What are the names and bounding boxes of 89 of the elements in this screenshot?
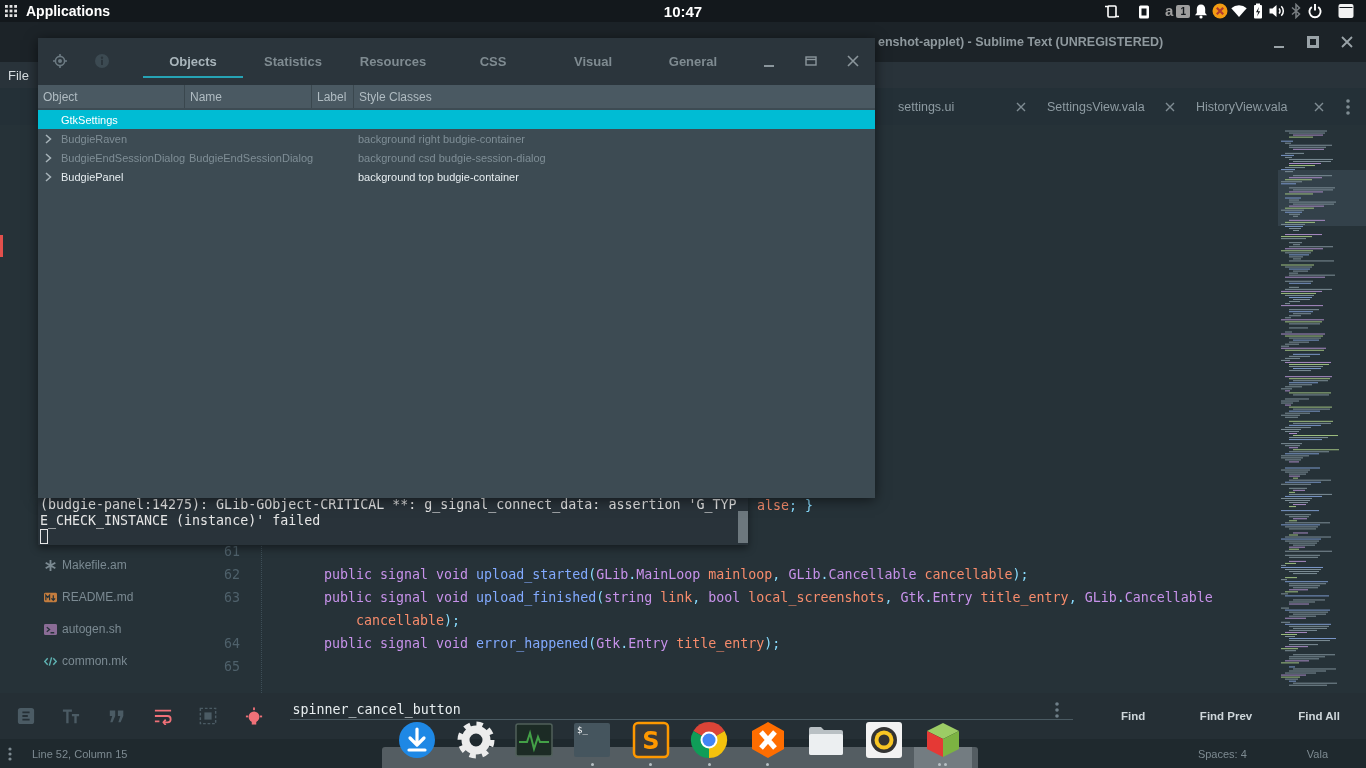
- syntax-setting[interactable]: Vala: [1306, 747, 1328, 760]
- cursor-position: Line 52, Column 15: [32, 747, 128, 760]
- wifi-icon[interactable]: [1231, 3, 1247, 19]
- lines-square-icon: [16, 707, 35, 725]
- sidebar-item[interactable]: README.md: [0, 581, 200, 613]
- code-line: cancellable);: [356, 613, 461, 628]
- close-icon[interactable]: [1165, 101, 1175, 112]
- window-title: enshot-applet) - Sublime Text (UNREGISTERED): [878, 35, 1164, 49]
- sidebar-item[interactable]: common.mk: [0, 645, 200, 677]
- inspector-tab[interactable]: General: [643, 46, 743, 78]
- bell-icon[interactable]: [1193, 3, 1209, 19]
- find-button[interactable]: Find Prev: [1179, 710, 1273, 722]
- column-header[interactable]: Name: [190, 89, 222, 104]
- terminal-line: E_CHECK_INSTANCE (instance)' failed: [40, 513, 321, 528]
- workspace-indicator[interactable]: 1: [1176, 4, 1190, 18]
- bulb-icon: [244, 707, 263, 725]
- clock[interactable]: 10:47: [663, 2, 703, 20]
- close-icon[interactable]: [1340, 35, 1354, 49]
- sidebar-item[interactable]: autogen.sh: [0, 613, 200, 645]
- selection-marker: [0, 235, 3, 257]
- close-icon[interactable]: [847, 55, 859, 67]
- editor-tab[interactable]: SettingsView.vala: [1034, 88, 1183, 125]
- asterisk-icon: [44, 558, 57, 572]
- terminal-icon: [44, 622, 57, 636]
- tree-row[interactable]: BudgiePanel background top budgie-container: [38, 167, 875, 186]
- column-header[interactable]: Object: [43, 89, 78, 104]
- find-field[interactable]: spinner_cancel_button: [289, 701, 1073, 720]
- inspector-tab[interactable]: Objects: [143, 46, 243, 78]
- text-size-icon: [62, 707, 81, 725]
- find-button[interactable]: Find: [1086, 710, 1180, 722]
- window-icon[interactable]: [1338, 3, 1354, 19]
- tree-row[interactable]: GtkSettings: [38, 110, 875, 129]
- maximize-icon[interactable]: [1306, 35, 1320, 49]
- style-classes-cell: background right budgie-container: [358, 132, 525, 145]
- column-header[interactable]: Label: [317, 89, 347, 104]
- column-header[interactable]: Style Classes: [359, 89, 432, 104]
- selection-icon: [199, 707, 218, 725]
- more-options-icon[interactable]: [8, 746, 12, 761]
- inspector-tab[interactable]: Visual: [543, 46, 643, 78]
- x-circle-icon[interactable]: [1212, 3, 1228, 19]
- menu-item[interactable]: File: [8, 67, 29, 83]
- dock-launcher[interactable]: $_: [563, 720, 622, 768]
- s-tile-icon: S: [630, 720, 671, 760]
- editor-tab[interactable]: settings.ui: [885, 88, 1034, 125]
- find-button[interactable]: Find All: [1272, 710, 1366, 722]
- indentation-setting[interactable]: Spaces: 4: [1197, 747, 1247, 760]
- code-line: public signal void upload_finished(string link, bool local_screenshots, Gtk.Entry title_entry, GLib.Cancellable: [324, 590, 1213, 605]
- app-grid-icon[interactable]: [5, 5, 17, 17]
- tree-row[interactable]: BudgieEndSessionDialog BudgieEndSessionDialog background csd budgie-session-dialog: [38, 148, 875, 167]
- tricolor-circle-icon: [689, 720, 730, 760]
- code-line: public signal void upload_started(GLib.MainLoop mainloop, GLib.Cancellable cancellable);: [324, 567, 1029, 582]
- object-type-cell: GtkSettings: [61, 113, 118, 126]
- close-icon[interactable]: [1314, 101, 1324, 112]
- inspector-tab[interactable]: CSS: [443, 46, 543, 78]
- inspector-tab[interactable]: Statistics: [243, 46, 343, 78]
- style-classes-cell: background csd budgie-session-dialog: [358, 151, 546, 164]
- scrollbar-thumb[interactable]: [738, 511, 748, 543]
- sidebar-item[interactable]: Makefile.am: [0, 549, 200, 581]
- maximize-icon[interactable]: [805, 55, 817, 67]
- code-line: alse; }: [757, 498, 814, 513]
- tree-row[interactable]: BudgieRaven background right budgie-container: [38, 129, 875, 148]
- widget-name-cell: BudgieEndSessionDialog: [189, 151, 314, 164]
- volume-icon[interactable]: [1269, 3, 1285, 19]
- more-options-icon[interactable]: [1346, 98, 1350, 115]
- chevron-icon[interactable]: [45, 171, 52, 182]
- close-icon[interactable]: [1016, 101, 1026, 112]
- dock-launcher[interactable]: S: [621, 720, 680, 768]
- markdown-icon: [44, 590, 57, 604]
- wrap-icon: [153, 707, 172, 725]
- chevron-icon[interactable]: [45, 133, 52, 144]
- crosshair-icon[interactable]: [53, 54, 67, 68]
- screen-rotation-icon[interactable]: [1104, 3, 1121, 19]
- applications-menu[interactable]: Applications: [26, 3, 110, 19]
- terminal-line: (budgie-panel:14275): GLib-GObject-CRITICAL **: g_signal_connect_data: assertion 'G_TYP: [40, 497, 737, 512]
- inspector-tab[interactable]: Resources: [343, 46, 443, 78]
- power-icon[interactable]: [1307, 3, 1323, 19]
- style-classes-cell: background top budgie-container: [358, 170, 519, 183]
- editor-tab[interactable]: HistoryView.vala: [1183, 88, 1332, 125]
- code-line: public signal void error_happened(Gtk.Entry title_entry);: [324, 636, 781, 651]
- object-type-cell: BudgiePanel: [61, 170, 124, 183]
- code-icon: [44, 654, 57, 668]
- gear-icon: [455, 720, 496, 760]
- download-icon: [397, 720, 438, 760]
- input-indicator[interactable]: a: [1165, 3, 1174, 19]
- chevron-icon[interactable]: [45, 152, 52, 163]
- terminal-icon: $_: [572, 720, 613, 760]
- object-type-cell: BudgieRaven: [61, 132, 128, 145]
- object-type-cell: BudgieEndSessionDialog: [61, 151, 186, 164]
- more-options-icon[interactable]: [1054, 702, 1059, 718]
